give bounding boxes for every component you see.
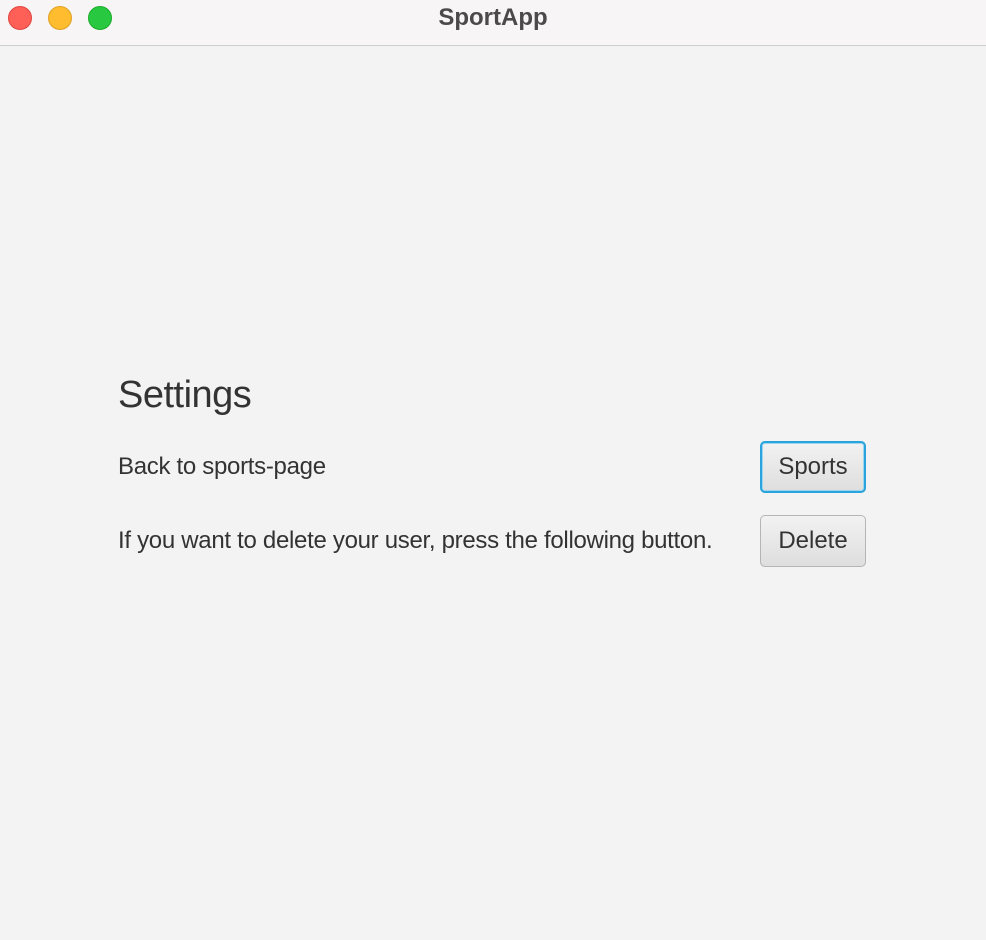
window-title: SportApp xyxy=(438,4,548,31)
page-title: Settings xyxy=(118,374,252,416)
delete-user-label: If you want to delete your user, press t… xyxy=(118,527,713,554)
title-bar[interactable]: SportApp xyxy=(0,0,986,46)
settings-panel: Settings Back to sports-page Sports If y… xyxy=(0,46,986,940)
back-to-sports-label: Back to sports-page xyxy=(118,453,326,480)
delete-button[interactable]: Delete xyxy=(760,515,866,567)
app-window: SportApp Settings Back to sports-page Sp… xyxy=(0,0,986,940)
sports-button[interactable]: Sports xyxy=(760,441,866,493)
